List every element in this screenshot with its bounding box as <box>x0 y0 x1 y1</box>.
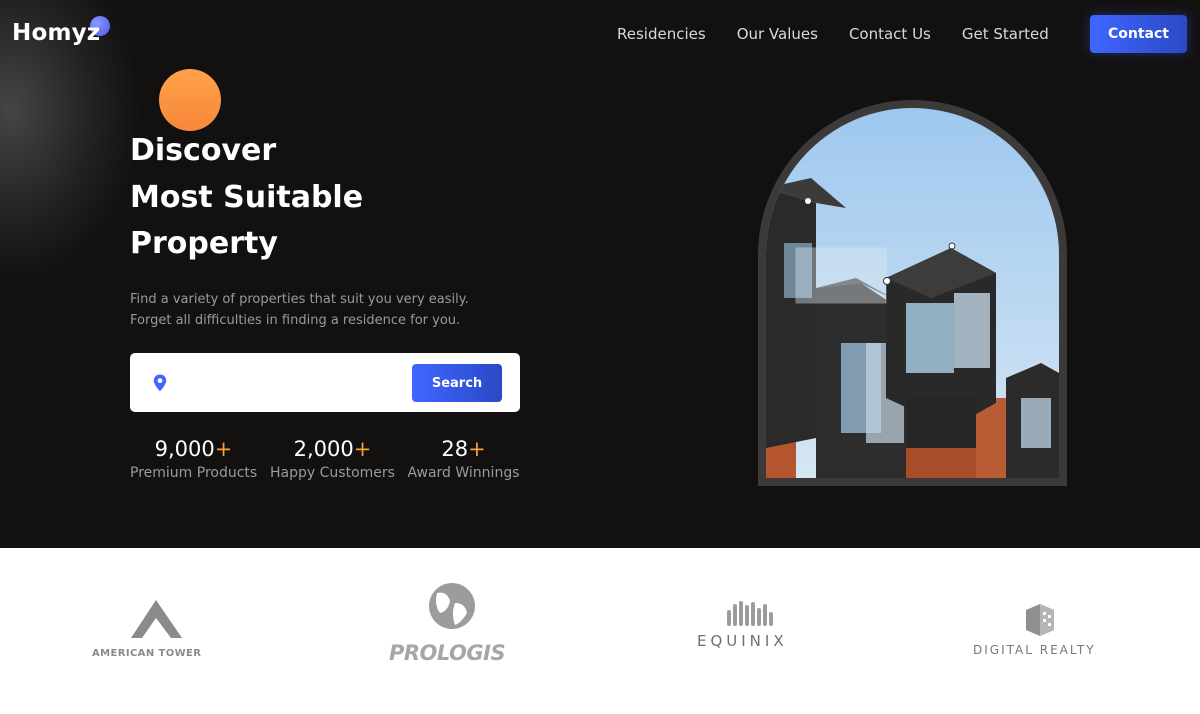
headline-line-2: Most Suitable <box>130 179 364 215</box>
stat-label: Premium Products <box>130 465 258 481</box>
search-bar: Search <box>130 353 520 412</box>
partner-name: PROLOGIS <box>389 641 506 665</box>
stat-award-winnings: 28+ Award Winnings <box>407 437 520 481</box>
hero-image-frame <box>758 100 1067 486</box>
search-input[interactable] <box>182 368 402 398</box>
stat-label: Award Winnings <box>407 465 520 481</box>
stat-plus: + <box>353 437 372 461</box>
partner-prologis: PROLOGIS <box>385 583 525 673</box>
description-line-2: Forget all difficulties in finding a res… <box>130 313 461 328</box>
globe-icon <box>429 583 475 629</box>
logo[interactable]: Homyz <box>12 16 110 50</box>
stat-label: Happy Customers <box>270 465 395 481</box>
stat-happy-customers: 2,000+ Happy Customers <box>269 437 396 481</box>
hero-image <box>766 108 1059 478</box>
nav-link-get-started[interactable]: Get Started <box>962 25 1049 43</box>
american-tower-logo-icon <box>131 600 182 638</box>
decorative-orange-circle <box>159 69 221 131</box>
contact-button[interactable]: Contact <box>1090 15 1187 53</box>
partner-name: AMERICAN TOWER <box>92 648 202 659</box>
hero-headline: Discover Most Suitable Property <box>130 128 363 268</box>
stat-plus: + <box>468 437 486 461</box>
partner-name: DIGITAL REALTY <box>973 643 1096 657</box>
stat-value: 28 <box>441 437 469 461</box>
headline-line-3: Property <box>130 226 278 261</box>
nav-link-residencies[interactable]: Residencies <box>617 25 706 43</box>
nav-link-contact-us[interactable]: Contact Us <box>849 25 931 43</box>
hero-section: Homyz Residencies Our Values Contact Us … <box>0 0 1200 548</box>
equinix-wave-icon <box>727 601 773 626</box>
stat-value: 9,000 <box>154 437 215 461</box>
stats-row: 9,000+ Premium Products 2,000+ Happy Cus… <box>130 437 520 487</box>
headline-line-1: Discover <box>130 133 277 168</box>
partner-name: EQUINIX <box>697 632 788 650</box>
description-line-1: Find a variety of properties that suit y… <box>130 292 469 307</box>
nav-link-our-values[interactable]: Our Values <box>737 25 818 43</box>
partner-equinix: EQUINIX <box>690 600 810 660</box>
stat-premium-products: 9,000+ Premium Products <box>130 437 257 481</box>
search-button[interactable]: Search <box>412 364 502 402</box>
building-illustration <box>766 108 1059 478</box>
main-nav: Residencies Our Values Contact Us Get St… <box>617 25 1080 43</box>
partners-section: AMERICAN TOWER PROLOGIS EQUINIX DIGITAL … <box>0 548 1200 714</box>
logo-text: Homyz <box>12 20 101 46</box>
hero-description: Find a variety of properties that suit y… <box>130 289 530 331</box>
stat-plus: + <box>214 437 233 461</box>
partner-american-tower: AMERICAN TOWER <box>88 598 228 662</box>
partner-digital-realty: DIGITAL REALTY <box>968 604 1118 664</box>
location-pin-icon <box>153 374 167 392</box>
digital-realty-cube-icon <box>1026 604 1054 636</box>
stat-value: 2,000 <box>293 437 354 461</box>
